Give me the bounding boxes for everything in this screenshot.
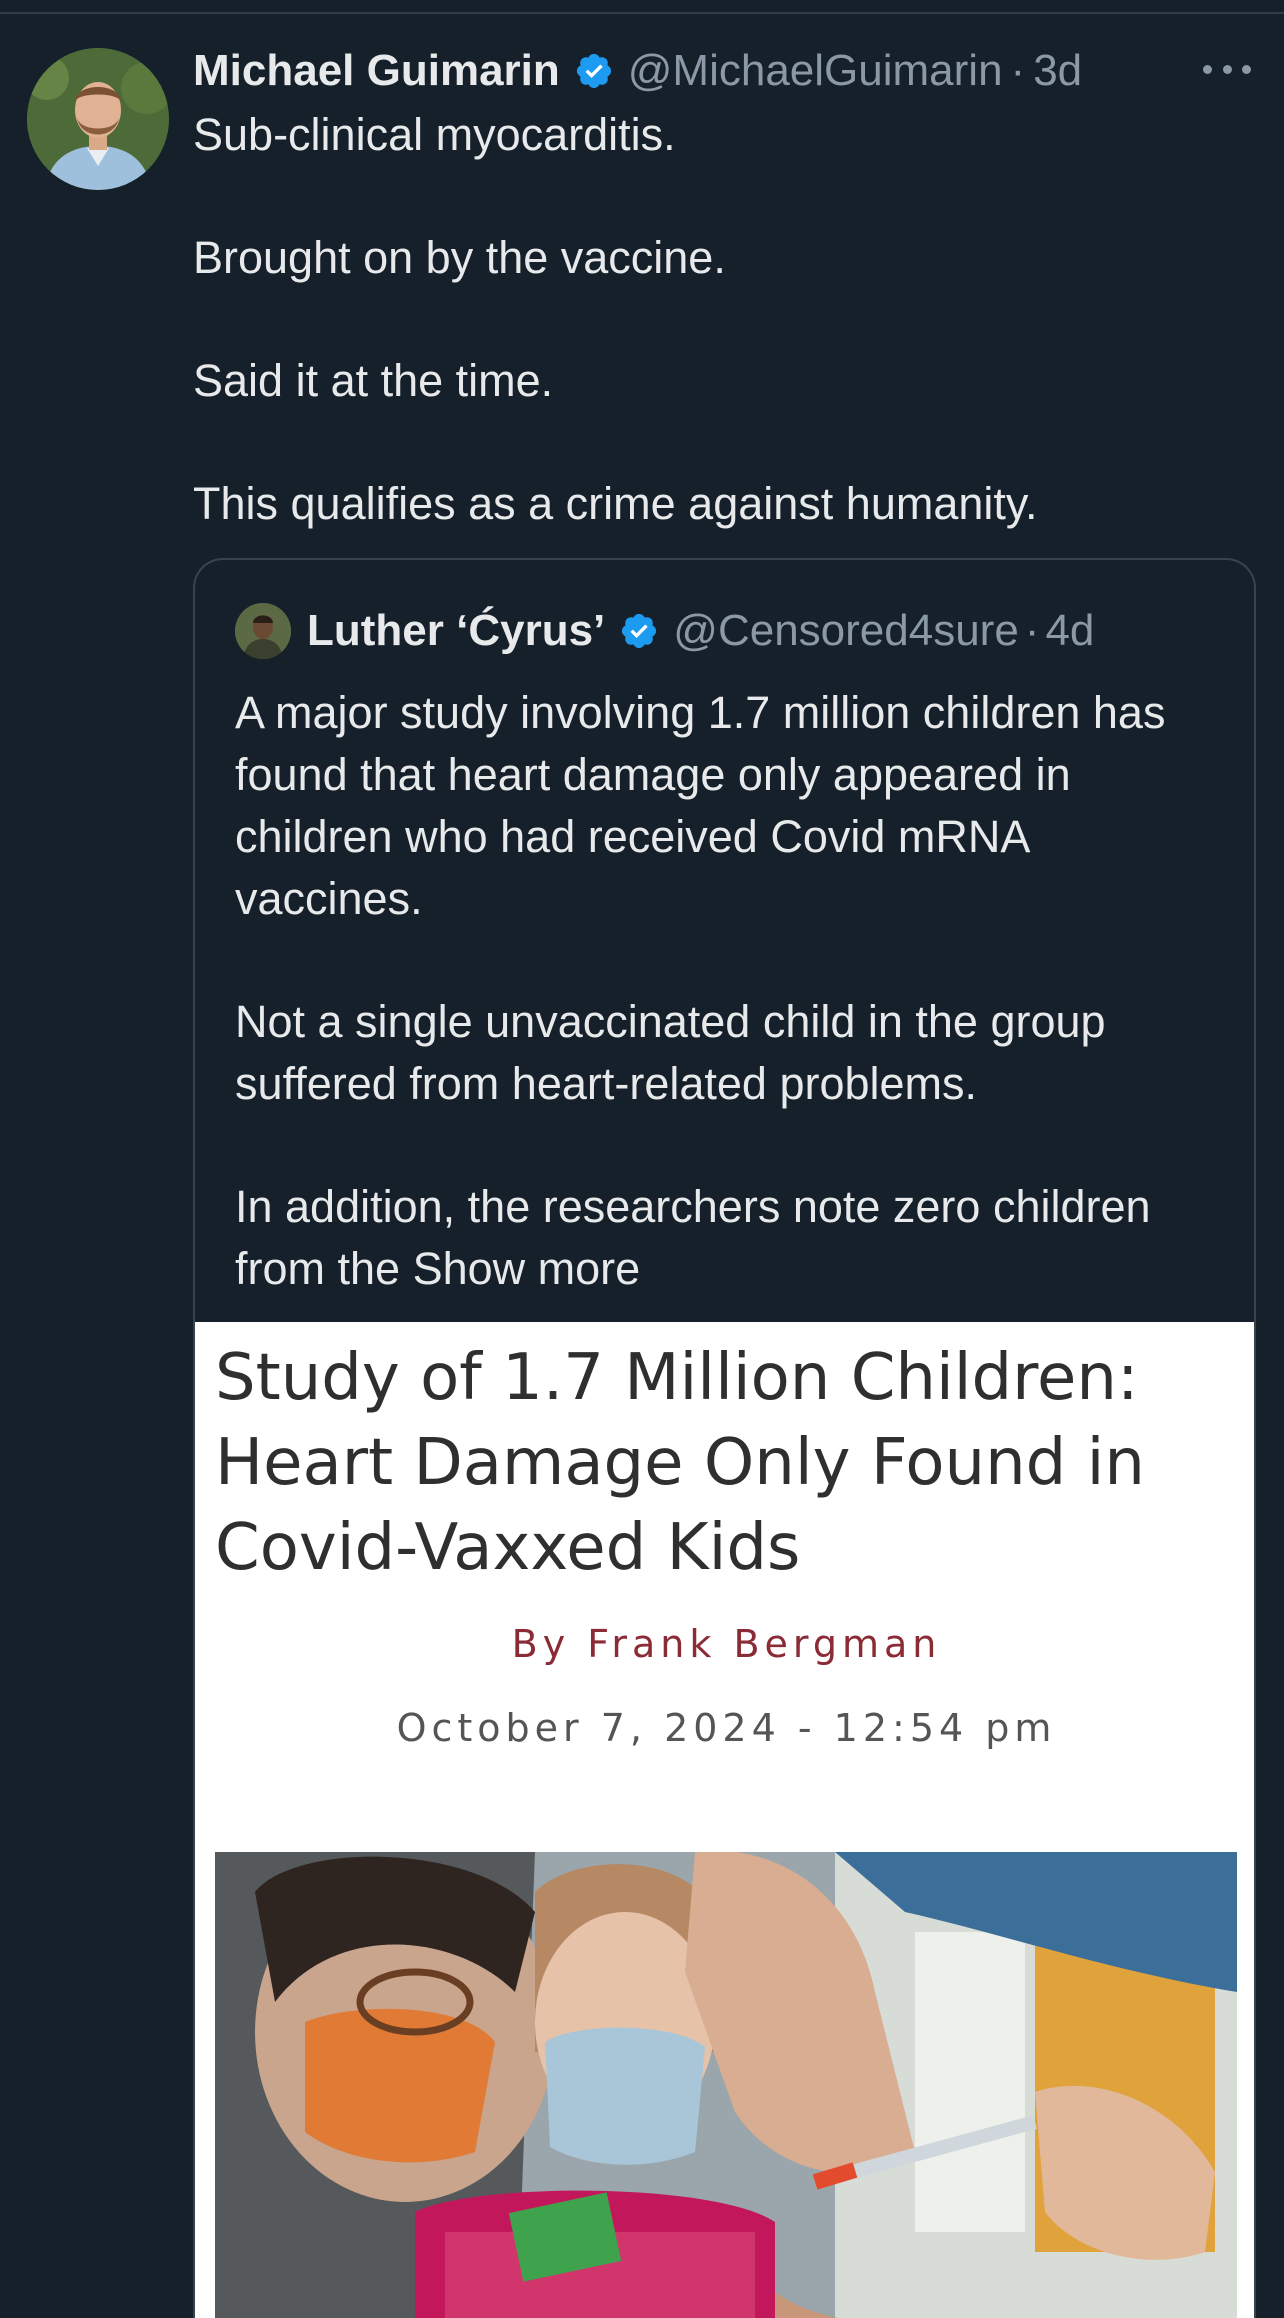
quoted-paragraph: Not a single unvaccinated child in the g… [235, 996, 1106, 1109]
tweet[interactable]: Michael Guimarin @MichaelGuimarin · 3d S… [0, 0, 1284, 2318]
author-handle[interactable]: @MichaelGuimarin [628, 46, 1003, 96]
show-more-link[interactable]: Show more [413, 1243, 641, 1294]
tweet-line: Brought on by the vaccine. [193, 232, 726, 283]
tweet-line: Sub-clinical myocarditis. [193, 109, 676, 160]
separator-dot: · [1024, 606, 1040, 655]
article-image-card[interactable]: Study of 1.7 Million Children: Heart Dam… [195, 1322, 1254, 2318]
quoted-tweet-card[interactable]: Luther ‘Ćyrus’ @Censored4sure · 4d A maj… [193, 558, 1256, 2318]
article-date: October 7, 2024 - 12:54 pm [396, 1706, 1057, 1750]
tweet-line: This qualifies as a crime against humani… [193, 478, 1038, 529]
quoted-paragraph-text: In addition, the researchers note zero c… [235, 1181, 1151, 1294]
quoted-author-handle[interactable]: @Censored4sure [673, 606, 1019, 656]
quoted-tweet-header: Luther ‘Ćyrus’ @Censored4sure · 4d [235, 602, 1094, 660]
article-title: Study of 1.7 Million Children: Heart Dam… [215, 1341, 1145, 1585]
separator-dot: · [1010, 46, 1026, 95]
quoted-avatar[interactable] [235, 603, 291, 659]
more-horizontal-icon[interactable] [1203, 52, 1251, 86]
author-display-name[interactable]: Michael Guimarin [193, 46, 560, 96]
verified-badge-icon [576, 53, 611, 89]
tweet-timestamp[interactable]: 3d [1033, 46, 1082, 96]
tweet-line: Said it at the time. [193, 355, 554, 406]
article-photo [215, 1852, 1237, 2318]
quoted-author-display-name[interactable]: Luther ‘Ćyrus’ [307, 606, 605, 656]
verified-badge-icon [622, 613, 657, 649]
article-byline: By Frank Bergman [511, 1622, 942, 1666]
quoted-tweet-timestamp[interactable]: 4d [1045, 606, 1094, 656]
quoted-paragraph: A major study involving 1.7 million chil… [235, 687, 1166, 924]
tweet-text: Sub-clinical myocarditis. Brought on by … [193, 104, 1253, 535]
avatar[interactable] [27, 48, 169, 190]
quoted-tweet-text: A major study involving 1.7 million chil… [235, 682, 1225, 1300]
tweet-header: Michael Guimarin @MichaelGuimarin · 3d [193, 40, 1082, 102]
quoted-paragraph-truncated: In addition, the researchers note zero c… [235, 1176, 1225, 1300]
